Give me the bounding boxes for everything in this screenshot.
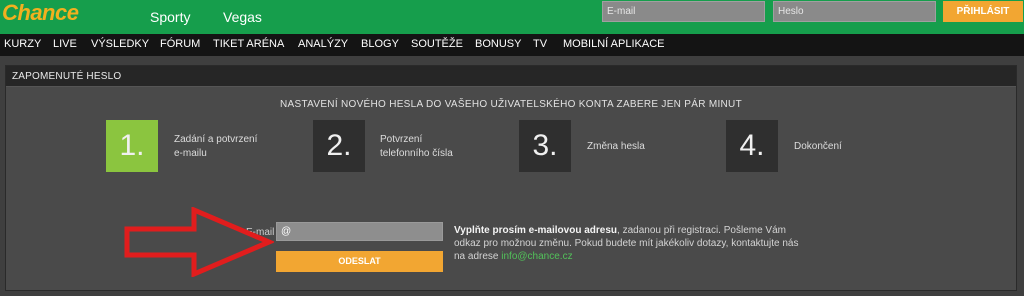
send-button[interactable]: ODESLAT (276, 251, 443, 272)
nav-item-mobilni-aplikace[interactable]: MOBILNÍ APLIKACE (563, 38, 664, 50)
nav-item-bonusy[interactable]: BONUSY (475, 38, 521, 50)
login-password-input[interactable] (773, 1, 936, 22)
login-email-input[interactable] (602, 1, 765, 22)
panel-title: ZAPOMENUTÉ HESLO (12, 71, 122, 82)
top-bar: Chance Sporty Vegas PŘIHLÁSIT (0, 0, 1024, 34)
forgotten-password-panel: ZAPOMENUTÉ HESLO NASTAVENÍ NOVÉHO HESLA … (5, 65, 1017, 291)
nav-item-tiket-arena[interactable]: TIKET ARÉNA (213, 38, 284, 50)
chance-logo[interactable]: Chance (2, 1, 79, 25)
step-3-box: 3. (519, 120, 571, 172)
step-1-label: Zadání a potvrzení e-mailu (174, 134, 258, 159)
panel-header: ZAPOMENUTÉ HESLO (6, 66, 1016, 87)
email-field[interactable] (276, 222, 443, 241)
step-2-label: Potvrzení telefonního čísla (380, 134, 453, 159)
nav-item-kurzy[interactable]: KURZY (4, 38, 41, 50)
info-text: Vyplňte prosím e-mailovou adresu, zadano… (454, 224, 809, 263)
nav-item-blogy[interactable]: BLOGY (361, 38, 399, 50)
main-nav: KURZY LIVE VÝSLEDKY FÓRUM TIKET ARÉNA AN… (0, 34, 1024, 56)
nav-item-live[interactable]: LIVE (53, 38, 77, 50)
nav-item-vysledky[interactable]: VÝSLEDKY (91, 38, 149, 50)
nav-item-souteze[interactable]: SOUTĚŽE (411, 38, 463, 50)
red-arrow-icon (124, 207, 274, 277)
nav-item-analyzy[interactable]: ANALÝZY (298, 38, 348, 50)
step-3-label: Změna hesla (587, 141, 645, 152)
step-4-box: 4. (726, 120, 778, 172)
nav-item-forum[interactable]: FÓRUM (160, 38, 200, 50)
info-email-link[interactable]: info@chance.cz (501, 251, 572, 262)
info-bold: Vyplňte prosím e-mailovou adresu (454, 225, 618, 236)
nav-item-tv[interactable]: TV (533, 38, 547, 50)
panel-subtitle: NASTAVENÍ NOVÉHO HESLA DO VAŠEHO UŽIVATE… (280, 99, 742, 110)
topnav-sporty[interactable]: Sporty (150, 9, 190, 25)
topnav-vegas[interactable]: Vegas (223, 9, 262, 25)
login-button[interactable]: PŘIHLÁSIT (943, 1, 1023, 22)
step-2-box: 2. (313, 120, 365, 172)
step-4-label: Dokončení (794, 141, 842, 152)
step-1-box: 1. (106, 120, 158, 172)
